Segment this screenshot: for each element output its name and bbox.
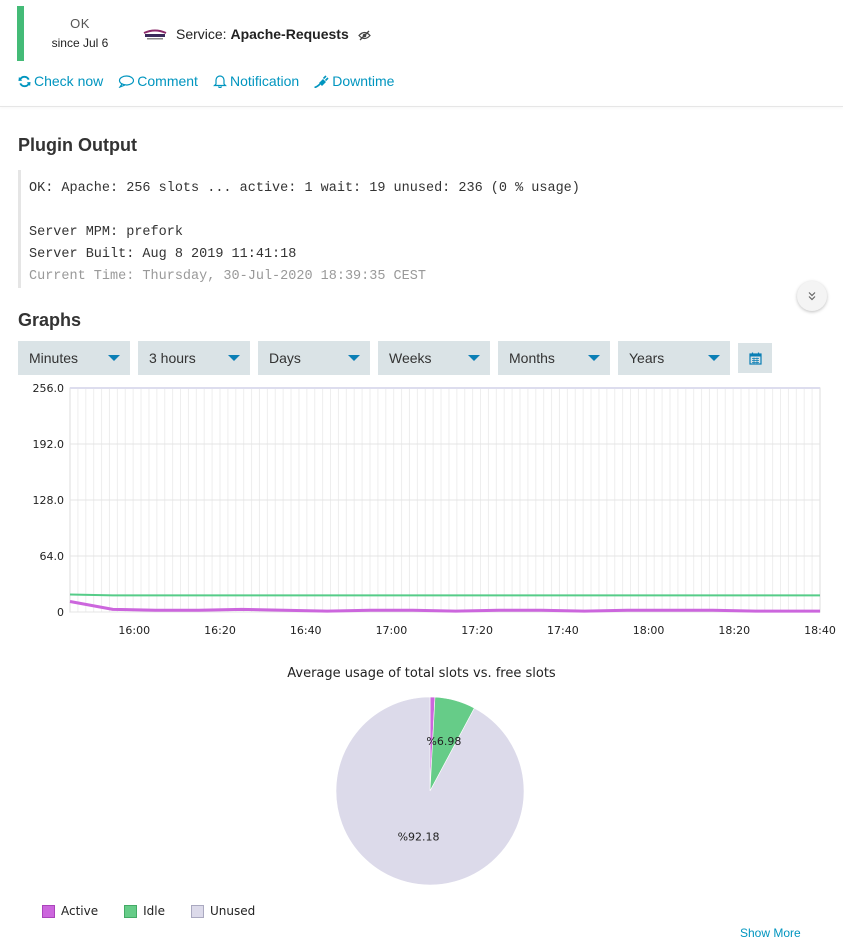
line-chart-svg: 0 64.0 128.0 192.0 256.0 16:00 16:20 16:40 17:00…	[33, 382, 836, 637]
caret-down-icon	[228, 355, 240, 361]
legend-swatch	[42, 904, 55, 918]
state-box: OK since Jul 6	[30, 16, 130, 50]
service-prefix: Service:	[176, 26, 227, 42]
legend-swatch	[191, 904, 204, 918]
x-tick-label: 18:00	[633, 624, 665, 637]
series-line	[69, 600, 820, 613]
comment-label: Comment	[137, 73, 198, 89]
y-tick-label: 192.0	[33, 438, 65, 451]
x-tick-label: 18:40	[804, 624, 836, 637]
range-selector-row: Minutes 3 hours Days Weeks Months Years	[18, 341, 772, 375]
show-more-link[interactable]: Show More	[740, 926, 801, 940]
calendar-button[interactable]	[738, 343, 772, 373]
x-tick-label: 17:20	[461, 624, 493, 637]
check-now-link[interactable]: Check now	[18, 73, 103, 89]
range-dropdown-days[interactable]: Days	[258, 341, 370, 375]
comment-icon	[118, 74, 135, 88]
state-indicator-bar	[17, 6, 24, 61]
pie-legend: Active Idle Unused	[42, 904, 281, 918]
expand-output-button[interactable]	[797, 281, 827, 311]
legend-label: Unused	[210, 904, 256, 918]
y-tick-label: 0	[57, 606, 64, 619]
y-tick-label: 64.0	[40, 550, 65, 563]
x-tick-label: 16:20	[204, 624, 236, 637]
service-title: Service: Apache-Requests	[176, 26, 371, 42]
plugin-output-line: OK: Apache: 256 slots ... active: 1 wait…	[29, 181, 580, 196]
state-text: OK	[70, 16, 90, 31]
pie-chart-svg: %6.98 %92.18	[335, 696, 525, 886]
pie-slice-label: %6.98	[426, 735, 461, 748]
range-dropdown-label: Days	[269, 350, 301, 366]
range-dropdown-label: Weeks	[389, 350, 432, 366]
legend-swatch	[124, 904, 138, 918]
pie-slice	[335, 696, 525, 886]
caret-down-icon	[708, 355, 720, 361]
legend-label: Idle	[143, 904, 165, 918]
range-dropdown-label: Months	[509, 350, 555, 366]
caret-down-icon	[108, 355, 120, 361]
range-dropdown-years[interactable]: Years	[618, 341, 730, 375]
range-dropdown-weeks[interactable]: Weeks	[378, 341, 490, 375]
bell-icon	[213, 75, 227, 88]
graphs-title: Graphs	[18, 310, 82, 330]
apache-logo-icon	[143, 29, 167, 40]
calendar-icon	[748, 352, 762, 365]
notification-link[interactable]: Notification	[213, 73, 299, 89]
series-line	[69, 593, 820, 597]
eye-slash-icon	[357, 30, 371, 41]
range-dropdown-3-hours[interactable]: 3 hours	[138, 341, 250, 375]
plugin-output-title: Plugin Output	[18, 135, 137, 155]
usage-pie-chart: %6.98 %92.18	[0, 690, 843, 895]
range-dropdown-label: Years	[629, 350, 665, 366]
pie-chart-title: Average usage of total slots vs. free sl…	[287, 666, 556, 681]
state-since: since Jul 6	[51, 36, 109, 50]
range-dropdown-months[interactable]: Months	[498, 341, 610, 375]
downtime-link[interactable]: Downtime	[314, 73, 394, 89]
x-tick-label: 17:00	[376, 624, 408, 637]
comment-link[interactable]: Comment	[118, 73, 198, 89]
plugin-output-line: Current Time: Thursday, 30-Jul-2020 18:3…	[29, 269, 426, 284]
x-tick-label: 16:00	[118, 624, 150, 637]
plugin-output-line: Server MPM: prefork	[29, 225, 183, 240]
x-tick-label: 18:20	[718, 624, 750, 637]
notification-label: Notification	[229, 73, 300, 89]
service-name: Apache-Requests	[230, 26, 349, 42]
action-bar: Check now Comment Notification Downtime	[18, 73, 409, 89]
check-now-label: Check now	[34, 73, 104, 89]
range-dropdown-minutes[interactable]: Minutes	[18, 341, 130, 375]
x-tick-label: 17:40	[547, 624, 579, 637]
plug-icon	[314, 75, 329, 88]
caret-down-icon	[468, 355, 480, 361]
range-dropdown-label: Minutes	[29, 350, 79, 366]
y-tick-label: 128.0	[33, 494, 65, 507]
caret-down-icon	[588, 355, 600, 361]
y-tick-label: 256.0	[33, 382, 65, 395]
caret-down-icon	[348, 355, 360, 361]
usage-line-chart: 0 64.0 128.0 192.0 256.0 16:00 16:20 16:40 17:00…	[0, 378, 843, 640]
legend-item-active[interactable]: Active	[42, 904, 98, 918]
range-dropdown-label: 3 hours	[149, 350, 196, 366]
plugin-output-line: Server Built: Aug 8 2019 11:41:18	[29, 247, 297, 262]
legend-item-unused[interactable]: Unused	[191, 904, 255, 918]
downtime-label: Downtime	[332, 73, 395, 89]
plugin-output-box: OK: Apache: 256 slots ... active: 1 wait…	[18, 170, 669, 288]
header-separator	[0, 106, 843, 107]
double-chevron-down-icon	[808, 292, 816, 301]
legend-label: Active	[61, 904, 99, 918]
legend-item-idle[interactable]: Idle	[124, 904, 165, 918]
refresh-icon	[18, 75, 31, 87]
x-tick-label: 16:40	[290, 624, 322, 637]
pie-slice-label: %92.18	[398, 831, 440, 844]
